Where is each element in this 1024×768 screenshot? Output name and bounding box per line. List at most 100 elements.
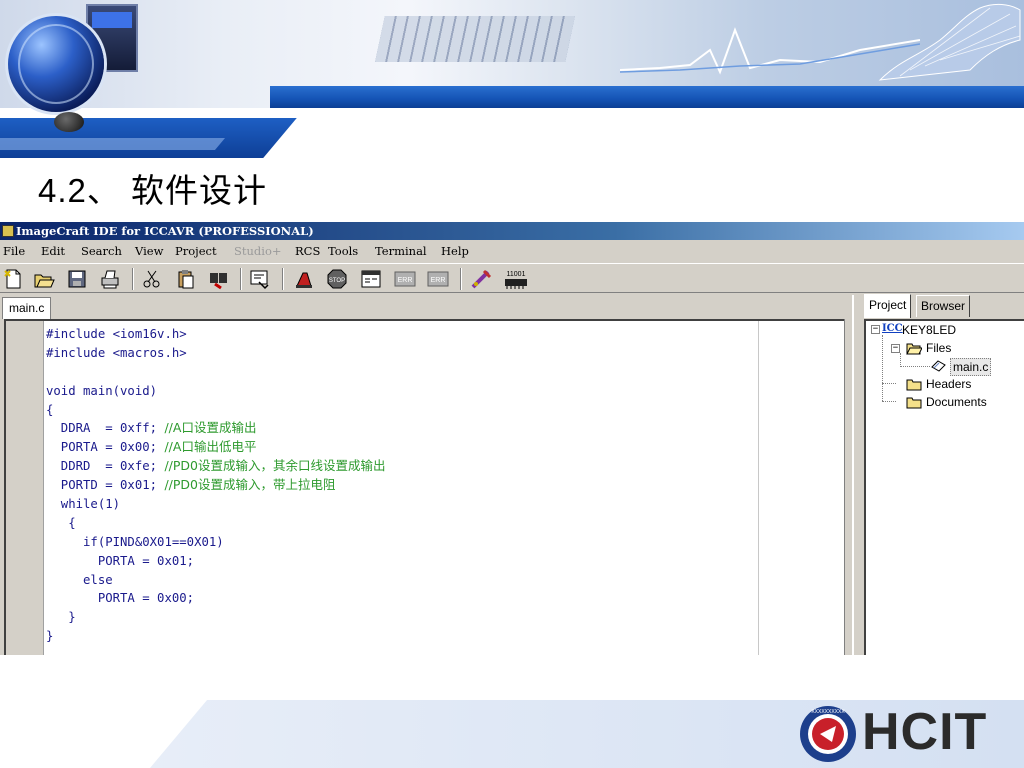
- code-text: {: [46, 402, 54, 417]
- stop-icon[interactable]: STOP: [326, 268, 348, 290]
- tab-project[interactable]: Project: [864, 294, 912, 318]
- toolbar-separator: [282, 268, 284, 290]
- code-line: }: [46, 608, 386, 627]
- toolbar: STOP ERR ERR 11001: [0, 263, 1024, 293]
- code-text: else: [46, 572, 113, 587]
- code-line: }: [46, 627, 386, 646]
- code-text: }: [46, 629, 54, 644]
- errors2-icon[interactable]: ERR: [427, 268, 449, 290]
- code-line: while(1): [46, 495, 386, 514]
- compile-icon[interactable]: [249, 268, 271, 290]
- open-folder-icon[interactable]: [33, 268, 55, 290]
- tree-label-main-c: main.c: [950, 358, 992, 376]
- project-tree: − ICC KEY8LED − Files main.c Headers Doc…: [864, 319, 1024, 655]
- code-line: else: [46, 571, 386, 590]
- code-text: PORTA = 0x00;: [46, 591, 195, 606]
- menu-studio[interactable]: Studio+: [234, 241, 282, 262]
- menu-bar: File Edit Search View Project Studio+ RC…: [0, 241, 1024, 262]
- code-line: PORTA = 0x00;: [46, 589, 386, 608]
- code-text: #include <iom16v.h>: [46, 327, 187, 341]
- collapse-files-toggle[interactable]: −: [891, 344, 900, 353]
- code-comment: //PD0设置成输入，带上拉电阻: [164, 477, 336, 493]
- globe-ring: [18, 24, 94, 104]
- tab-browser[interactable]: Browser: [916, 295, 971, 317]
- wireframe-hand-icon: [878, 3, 1021, 81]
- code-text: void main(void): [46, 383, 158, 398]
- options-icon[interactable]: [360, 268, 382, 290]
- menu-edit[interactable]: Edit: [41, 241, 65, 262]
- source-code: #include <iom16v.h> #include <macros.h> vo…: [46, 325, 386, 646]
- save-icon[interactable]: [66, 268, 88, 290]
- slide-banner: [0, 0, 1024, 160]
- menu-file[interactable]: File: [3, 241, 25, 262]
- folder-icon: [906, 379, 922, 391]
- build-icon[interactable]: [293, 268, 315, 290]
- tree-line: [882, 383, 896, 384]
- errors-icon[interactable]: ERR: [394, 268, 416, 290]
- toolbar-separator: [240, 268, 242, 290]
- code-text: #include <macros.h>: [46, 345, 187, 360]
- terminal-icon[interactable]: 11001: [502, 268, 530, 290]
- open-folder-icon: [906, 343, 922, 355]
- collapse-project-toggle[interactable]: −: [871, 325, 880, 334]
- code-line: {: [46, 514, 386, 533]
- code-line: PORTA = 0x01;: [46, 552, 386, 571]
- app-icon: [2, 225, 14, 237]
- new-file-icon[interactable]: [2, 268, 24, 290]
- menu-view[interactable]: View: [135, 241, 163, 262]
- code-line: void main(void): [46, 382, 386, 401]
- tree-line: [900, 353, 901, 367]
- code-line: DDRD = 0xfe; //PD0设置成输入，其余口线设置成输出: [46, 457, 386, 476]
- code-text: PORTD = 0x01;: [46, 478, 165, 493]
- paste-icon[interactable]: [175, 268, 197, 290]
- code-text: DDRA = 0xff;: [46, 421, 165, 436]
- menu-help[interactable]: Help: [441, 241, 469, 262]
- code-line: if(PIND&0X01==0X01): [46, 533, 386, 552]
- code-text: if(PIND&0X01==0X01): [46, 534, 224, 549]
- program-chip-icon[interactable]: [470, 268, 492, 290]
- code-line: {: [46, 401, 386, 420]
- tree-label-files: Files: [926, 341, 952, 355]
- tree-label-headers: Headers: [926, 377, 972, 391]
- code-line: DDRA = 0xff; //A口设置成输出: [46, 419, 386, 438]
- editor-gutter: [6, 321, 44, 655]
- code-text: PORTA = 0x01;: [46, 553, 195, 568]
- banner-blue-band: [270, 86, 1024, 108]
- svg-text:STOP: STOP: [329, 278, 345, 284]
- menu-tools[interactable]: Tools: [328, 241, 358, 262]
- source-file-icon: [931, 360, 946, 372]
- code-text: PORTA = 0x00;: [46, 440, 165, 455]
- editor-margin-line: [758, 321, 759, 655]
- keyboard-illustration: [375, 16, 575, 62]
- code-line: #include <iom16v.h>: [46, 325, 386, 344]
- code-text: DDRD = 0xfe;: [46, 459, 165, 474]
- menu-rcs[interactable]: RCS: [295, 241, 320, 262]
- slide-heading: 4.2、 软件设计: [38, 172, 268, 209]
- menu-project[interactable]: Project: [175, 241, 217, 262]
- print-icon[interactable]: [99, 268, 121, 290]
- code-comment: //PD0设置成输入，其余口线设置成输出: [164, 458, 386, 474]
- tree-line: [900, 366, 930, 367]
- code-comment: //A口设置成输出: [164, 420, 257, 436]
- svg-text:11001: 11001: [507, 271, 526, 278]
- folder-icon: [906, 397, 922, 409]
- mouse-icon: [54, 112, 84, 132]
- tree-label-project: KEY8LED: [902, 323, 957, 337]
- code-line: PORTD = 0x01; //PD0设置成输入，带上拉电阻: [46, 476, 386, 495]
- window-title: ImageCraft IDE for ICCAVR (PROFESSIONAL): [16, 224, 314, 238]
- window-titlebar: ImageCraft IDE for ICCAVR (PROFESSIONAL): [0, 222, 1024, 240]
- svg-text:ERR: ERR: [431, 277, 446, 284]
- tree-line: [882, 335, 883, 401]
- code-comment: //A口输出低电平: [164, 439, 257, 455]
- editor-tab-main-c[interactable]: main.c: [2, 297, 52, 319]
- icc-project-icon: ICC: [882, 323, 903, 334]
- code-text: }: [46, 610, 76, 625]
- menu-terminal[interactable]: Terminal: [375, 241, 427, 262]
- find-icon[interactable]: [207, 268, 229, 290]
- menu-search[interactable]: Search: [81, 241, 122, 262]
- editor-vertical-scrollbar[interactable]: [844, 319, 852, 655]
- svg-text:ERR: ERR: [398, 277, 413, 284]
- cut-icon[interactable]: [141, 268, 163, 290]
- code-text: {: [46, 515, 76, 530]
